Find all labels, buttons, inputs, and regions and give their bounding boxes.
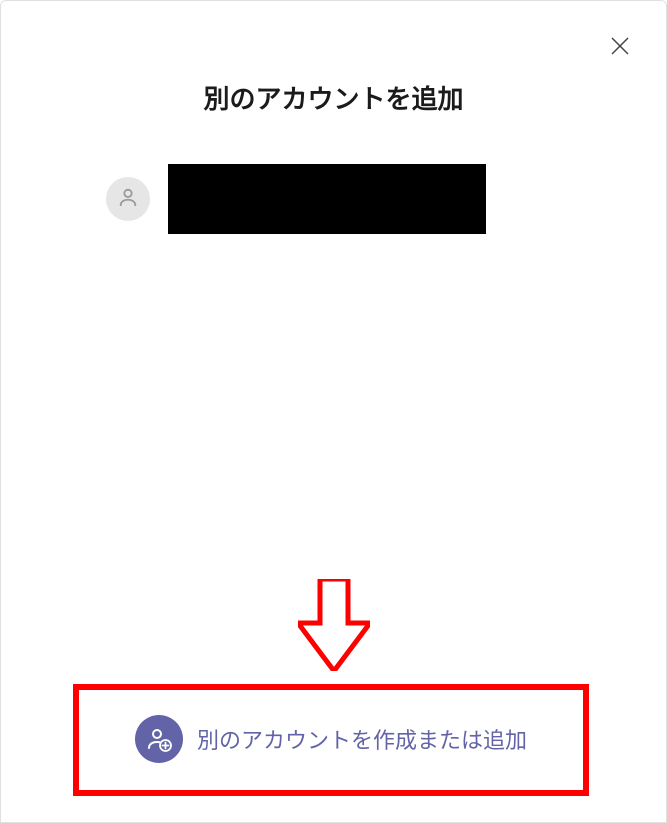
person-add-icon bbox=[135, 715, 183, 763]
modal-title: 別のアカウントを追加 bbox=[1, 79, 666, 116]
close-button[interactable] bbox=[604, 31, 636, 63]
account-label-redacted bbox=[168, 164, 486, 234]
close-icon bbox=[608, 34, 632, 61]
add-account-button-label: 別のアカウントを作成または追加 bbox=[197, 723, 527, 755]
add-account-modal: 別のアカウントを追加 別のアカウントを作成また bbox=[0, 0, 667, 823]
person-icon bbox=[117, 186, 139, 213]
create-or-add-account-button[interactable]: 別のアカウントを作成または追加 bbox=[93, 696, 569, 782]
account-row[interactable] bbox=[106, 164, 666, 234]
avatar bbox=[106, 177, 150, 221]
annotation-arrow-icon bbox=[298, 579, 370, 676]
